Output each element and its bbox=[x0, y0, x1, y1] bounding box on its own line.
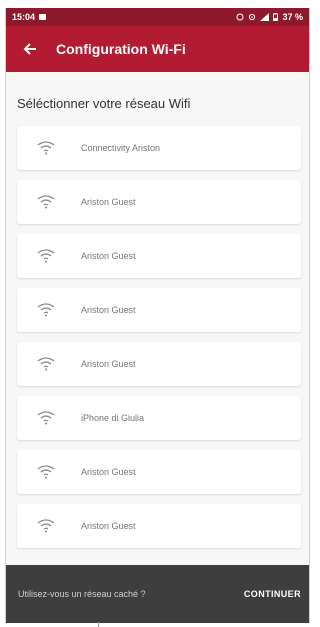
network-item[interactable]: iPhone di Giulia bbox=[17, 396, 301, 440]
page-title: Configuration Wi-Fi bbox=[56, 41, 186, 57]
network-item[interactable]: Ariston Guest bbox=[17, 504, 301, 548]
sync-icon bbox=[249, 13, 256, 21]
app-screen: 15:04 37 % Configuration Wi-Fi Séléction… bbox=[5, 8, 310, 623]
network-item[interactable]: Ariston Guest bbox=[17, 342, 301, 386]
network-list: Connectivity Ariston Ariston Guest Arist… bbox=[6, 126, 309, 548]
network-item[interactable]: Ariston Guest bbox=[17, 234, 301, 278]
network-item[interactable]: Ariston Guest bbox=[17, 450, 301, 494]
wifi-icon bbox=[37, 195, 55, 209]
network-name: iPhone di Giulia bbox=[81, 413, 145, 423]
wifi-icon bbox=[37, 357, 55, 371]
wifi-icon bbox=[37, 519, 55, 533]
alarm-icon bbox=[236, 13, 244, 21]
continue-button[interactable]: CONTINUER bbox=[244, 589, 301, 599]
signal-icon bbox=[260, 13, 270, 21]
arrow-left-icon[interactable] bbox=[20, 39, 40, 59]
wifi-icon bbox=[37, 141, 55, 155]
network-name: Connectivity Ariston bbox=[81, 143, 161, 153]
network-name: Ariston Guest bbox=[81, 251, 136, 261]
network-name: Ariston Guest bbox=[81, 467, 136, 477]
network-item[interactable]: Ariston Guest bbox=[17, 180, 301, 224]
notification-icon bbox=[39, 14, 47, 20]
network-name: Ariston Guest bbox=[81, 305, 136, 315]
network-item[interactable]: Connectivity Ariston bbox=[17, 126, 301, 170]
section-title: Séléctionner votre réseau Wifi bbox=[17, 96, 191, 111]
network-name: Ariston Guest bbox=[81, 359, 136, 369]
wifi-icon bbox=[37, 303, 55, 317]
wifi-icon bbox=[37, 249, 55, 263]
battery-icon bbox=[273, 13, 279, 21]
network-name: Ariston Guest bbox=[81, 521, 136, 531]
network-name: Ariston Guest bbox=[81, 197, 136, 207]
bottom-bar: Utilisez-vous un réseau caché ? CONTINUE… bbox=[6, 565, 309, 623]
app-bar: Configuration Wi-Fi bbox=[6, 26, 309, 72]
hidden-network-link[interactable]: Utilisez-vous un réseau caché ? bbox=[18, 589, 146, 599]
battery-level: 37 % bbox=[282, 12, 303, 22]
divider bbox=[98, 622, 99, 627]
wifi-icon bbox=[37, 465, 55, 479]
status-time: 15:04 bbox=[12, 12, 36, 22]
wifi-icon bbox=[37, 411, 55, 425]
network-item[interactable]: Ariston Guest bbox=[17, 288, 301, 332]
status-bar: 15:04 37 % bbox=[6, 8, 309, 26]
